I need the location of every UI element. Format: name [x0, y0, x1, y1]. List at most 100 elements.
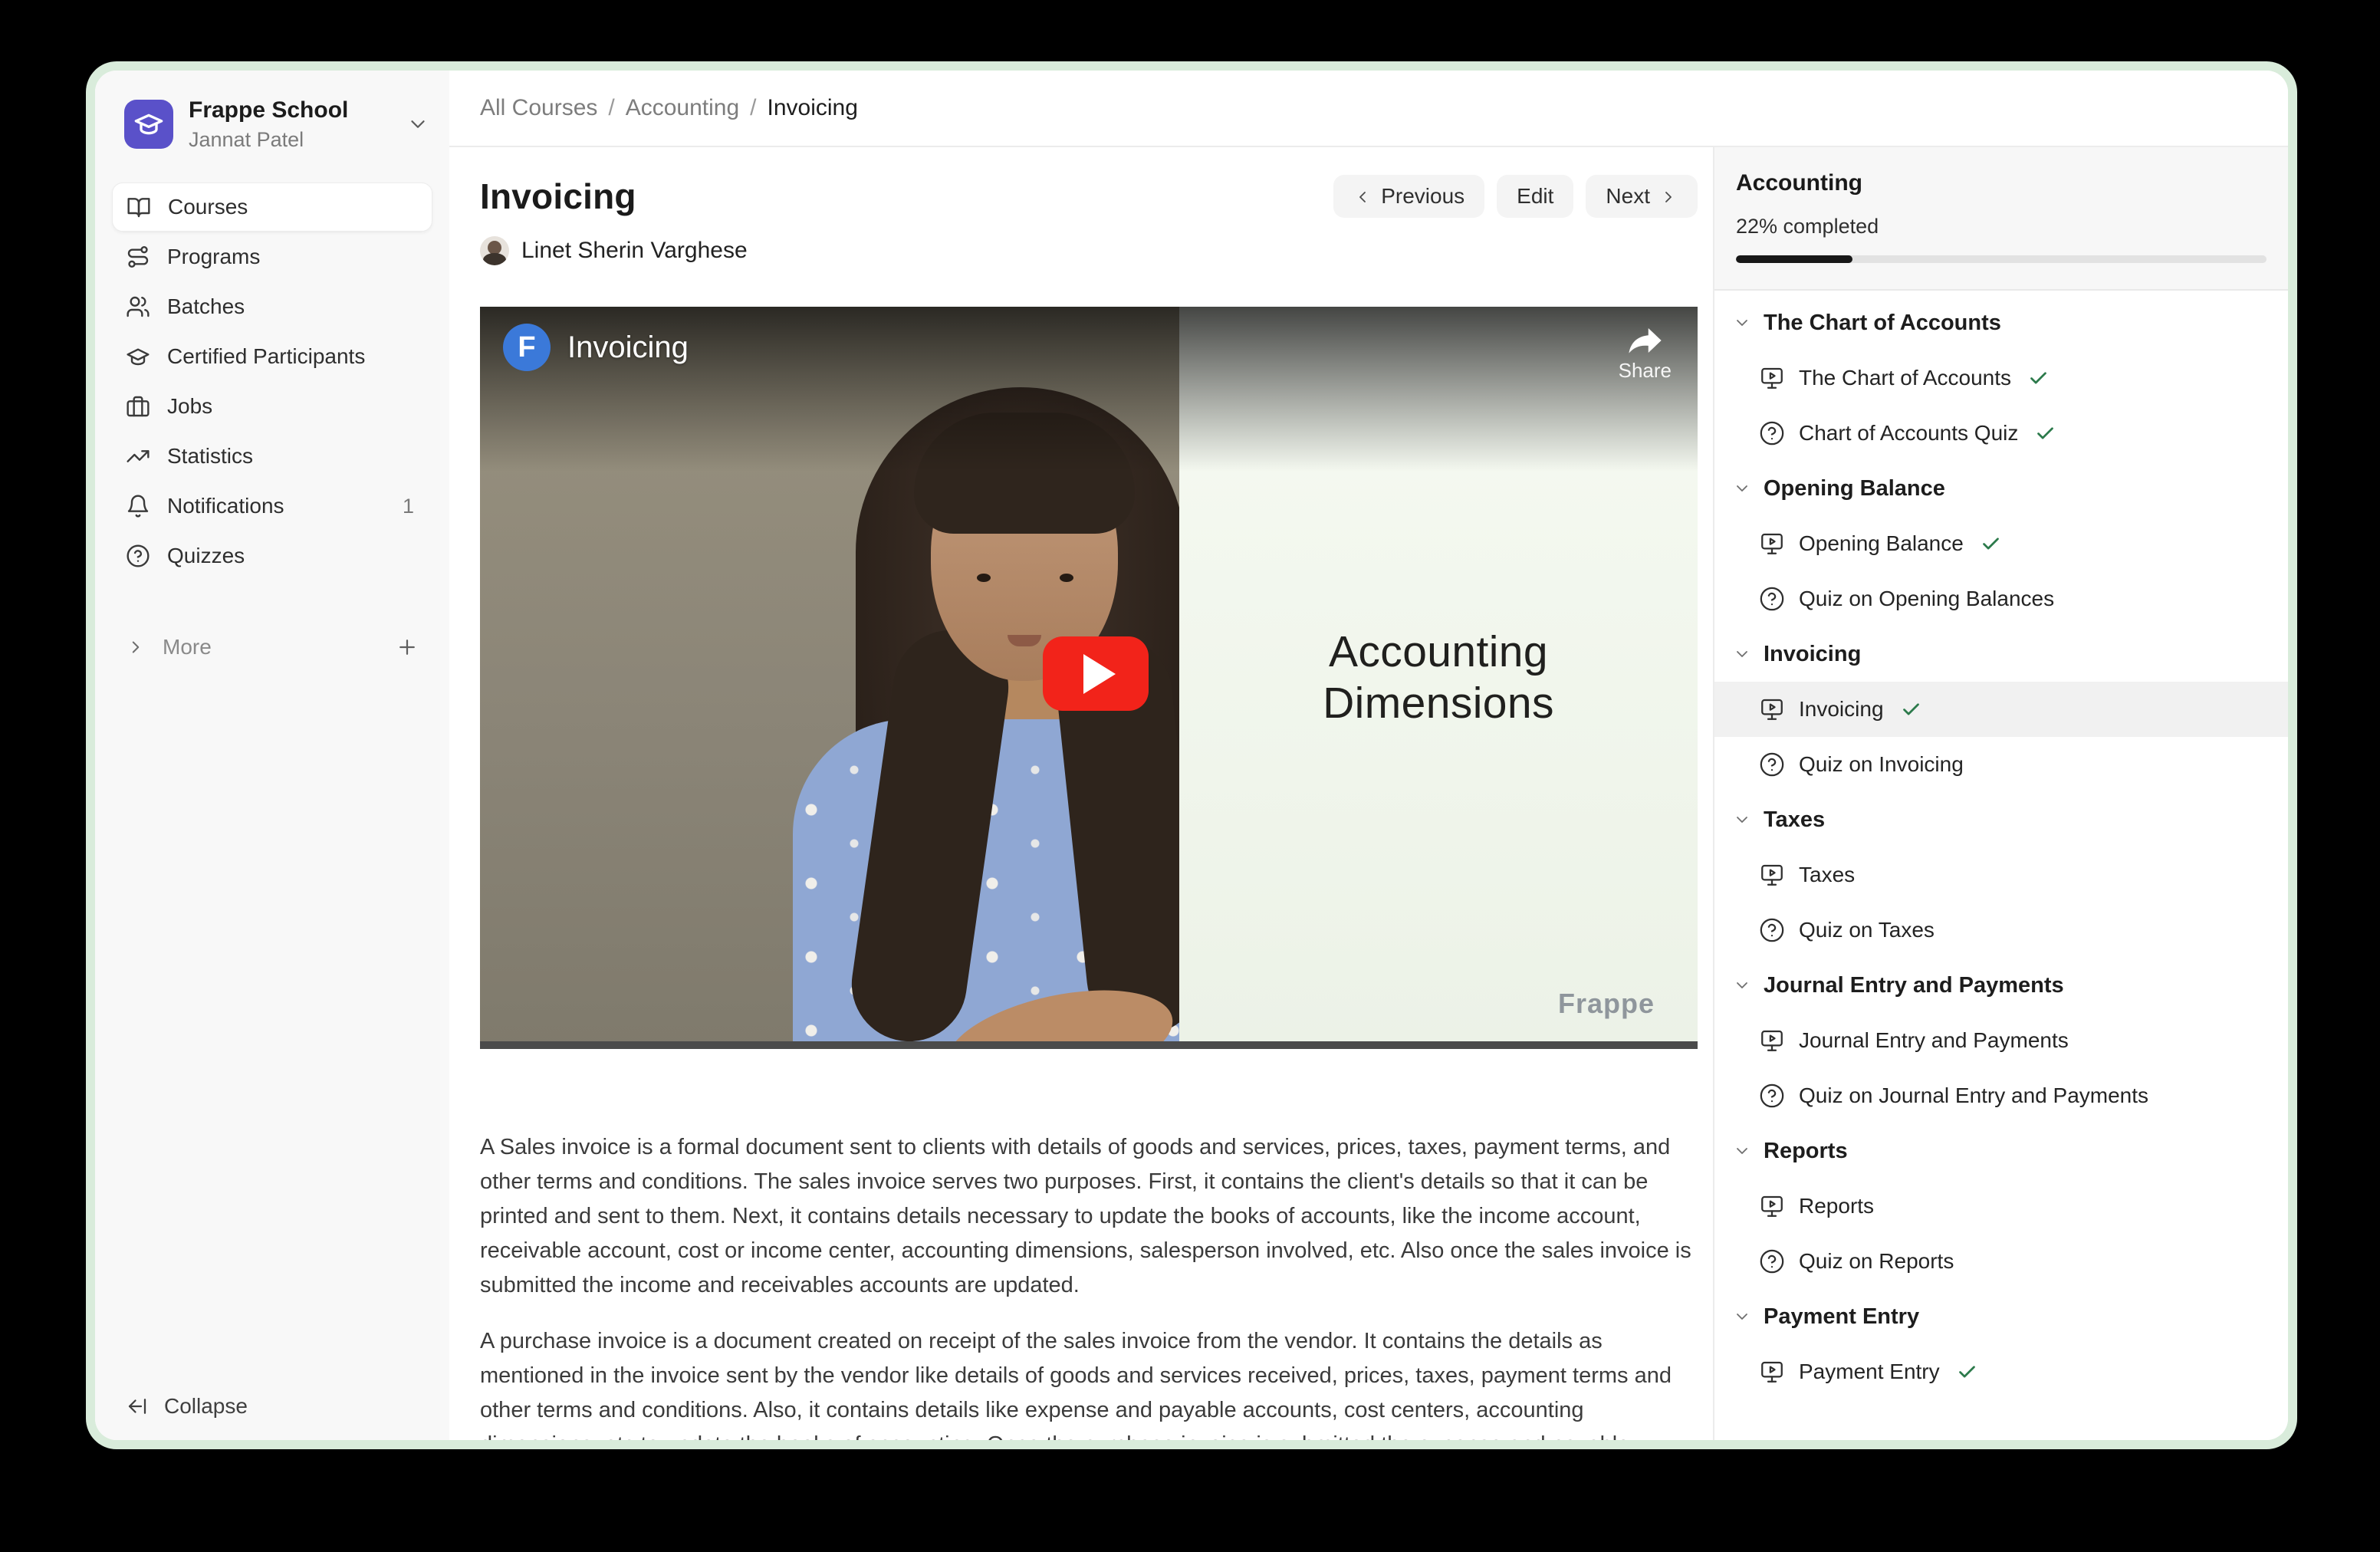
outline-lesson[interactable]: Quiz on Reports	[1714, 1234, 2288, 1289]
video-brand-row: F Invoicing	[503, 324, 689, 371]
workspace-user: Jannat Patel	[189, 127, 348, 152]
chapter-title: Opening Balance	[1764, 476, 1945, 501]
trending-up-icon	[126, 444, 150, 469]
breadcrumb-current: Invoicing	[768, 95, 858, 121]
share-icon	[1625, 324, 1665, 357]
slide-line-2: Dimensions	[1323, 678, 1554, 729]
previous-button[interactable]: Previous	[1333, 175, 1484, 218]
video-lesson-icon	[1759, 531, 1785, 557]
workspace-info: Frappe School Jannat Patel	[189, 97, 348, 152]
video-title[interactable]: Invoicing	[567, 330, 689, 365]
quiz-icon	[1759, 1248, 1785, 1274]
more-label: More	[163, 635, 212, 659]
video-share-button[interactable]: Share	[1619, 324, 1672, 383]
breadcrumb-accounting[interactable]: Accounting	[626, 95, 739, 121]
plus-icon[interactable]	[396, 636, 419, 659]
next-button[interactable]: Next	[1586, 175, 1698, 218]
video-lesson-icon	[1759, 365, 1785, 391]
check-icon	[1981, 534, 2001, 554]
chapter-title: Journal Entry and Payments	[1764, 973, 2064, 998]
breadcrumb-all-courses[interactable]: All Courses	[480, 95, 597, 121]
sidebar-item-jobs[interactable]: Jobs	[112, 382, 432, 431]
outline-list: The Chart of Accounts The Chart of Accoun…	[1714, 291, 2288, 1440]
author-name: Linet Sherin Varghese	[521, 238, 748, 264]
outline-lesson[interactable]: Reports	[1714, 1179, 2288, 1234]
share-label: Share	[1619, 359, 1672, 383]
quiz-icon	[1759, 917, 1785, 943]
outline-chapter[interactable]: Payment Entry	[1714, 1289, 2288, 1344]
bell-icon	[126, 494, 150, 518]
video-lesson-icon	[1759, 1028, 1785, 1054]
sidebar-item-more[interactable]: More	[112, 624, 432, 670]
video-player[interactable]: Accounting Dimensions F Invoicing	[480, 307, 1698, 1049]
book-open-icon	[127, 195, 151, 219]
edit-button[interactable]: Edit	[1497, 175, 1573, 218]
sidebar-item-label: Certified Participants	[167, 344, 365, 369]
outline-lesson[interactable]: Quiz on Taxes	[1714, 903, 2288, 958]
quiz-icon	[1759, 751, 1785, 778]
outline-lesson[interactable]: Quiz on Invoicing	[1714, 737, 2288, 792]
collapse-label: Collapse	[164, 1394, 248, 1419]
outline-lesson[interactable]: Taxes	[1714, 847, 2288, 903]
check-icon	[2028, 368, 2049, 389]
outline-chapter[interactable]: Journal Entry and Payments	[1714, 958, 2288, 1013]
sidebar-item-notifications[interactable]: Notifications1	[112, 482, 432, 531]
chevron-down-icon[interactable]	[406, 113, 429, 136]
video-progress-bar[interactable]	[480, 1041, 1698, 1049]
slide-line-1: Accounting	[1323, 626, 1554, 678]
workspace-title: Frappe School	[189, 97, 348, 124]
previous-label: Previous	[1381, 184, 1464, 209]
author-avatar	[480, 236, 509, 265]
outline-lesson[interactable]: Journal Entry and Payments	[1714, 1013, 2288, 1068]
outline-lesson[interactable]: Invoicing	[1714, 682, 2288, 737]
outline-lesson[interactable]: Quiz on Journal Entry and Payments	[1714, 1068, 2288, 1123]
lesson-label: Payment Entry	[1799, 1360, 1940, 1384]
collapse-sidebar-button[interactable]: Collapse	[126, 1394, 248, 1419]
video-lesson-icon	[1759, 1193, 1785, 1219]
check-icon	[1901, 699, 1921, 720]
lesson-paragraph: A Sales invoice is a formal document sen…	[480, 1130, 1699, 1303]
collapse-icon	[126, 1395, 149, 1418]
outline-chapter[interactable]: Opening Balance	[1714, 461, 2288, 516]
outline-lesson[interactable]: Opening Balance	[1714, 516, 2288, 571]
outline-lesson[interactable]: The Chart of Accounts	[1714, 350, 2288, 406]
sidebar-item-statistics[interactable]: Statistics	[112, 432, 432, 481]
outline-chapter[interactable]: Reports	[1714, 1123, 2288, 1179]
check-icon	[1957, 1362, 1977, 1383]
chevron-right-icon	[1659, 187, 1678, 206]
lesson-label: Reports	[1799, 1194, 1874, 1218]
lesson-label: Chart of Accounts Quiz	[1799, 421, 2018, 446]
sidebar-item-quizzes[interactable]: Quizzes	[112, 531, 432, 580]
breadcrumb-separator: /	[750, 95, 756, 121]
chapter-title: Payment Entry	[1764, 1304, 1919, 1330]
next-label: Next	[1606, 184, 1650, 209]
workspace-switcher[interactable]: Frappe School Jannat Patel	[112, 97, 432, 152]
outline-lesson[interactable]: Quiz on Opening Balances	[1714, 571, 2288, 626]
grad-cap-icon	[126, 344, 150, 369]
outline-chapter[interactable]: The Chart of Accounts	[1714, 295, 2288, 350]
progress-track	[1736, 255, 2267, 263]
play-button[interactable]	[1043, 636, 1149, 711]
chevron-down-icon	[1733, 1307, 1751, 1326]
outline-chapter[interactable]: Taxes	[1714, 792, 2288, 847]
edit-label: Edit	[1517, 184, 1553, 209]
sidebar-item-batches[interactable]: Batches	[112, 282, 432, 331]
sidebar-item-courses[interactable]: Courses	[112, 182, 432, 232]
lesson-label: The Chart of Accounts	[1799, 366, 2011, 390]
lesson-label: Journal Entry and Payments	[1799, 1028, 2069, 1053]
sidebar-item-programs[interactable]: Programs	[112, 232, 432, 281]
chapter-title: Reports	[1764, 1139, 1848, 1164]
check-icon	[2035, 423, 2056, 444]
sidebar-item-certified-participants[interactable]: Certified Participants	[112, 332, 432, 381]
frappe-school-logo-icon	[124, 100, 173, 149]
outline-lesson[interactable]: Chart of Accounts Quiz	[1714, 406, 2288, 461]
lesson-label: Quiz on Journal Entry and Payments	[1799, 1083, 2148, 1108]
sidebar-item-label: Notifications	[167, 494, 284, 518]
video-channel-logo-icon[interactable]: F	[503, 324, 551, 371]
chevron-down-icon	[1733, 976, 1751, 995]
lesson-label: Quiz on Invoicing	[1799, 752, 1964, 777]
outline-header: Accounting 22% completed	[1714, 147, 2288, 291]
outline-chapter[interactable]: Invoicing	[1714, 626, 2288, 682]
progress-label: 22% completed	[1736, 215, 2267, 238]
outline-lesson[interactable]: Payment Entry	[1714, 1344, 2288, 1399]
